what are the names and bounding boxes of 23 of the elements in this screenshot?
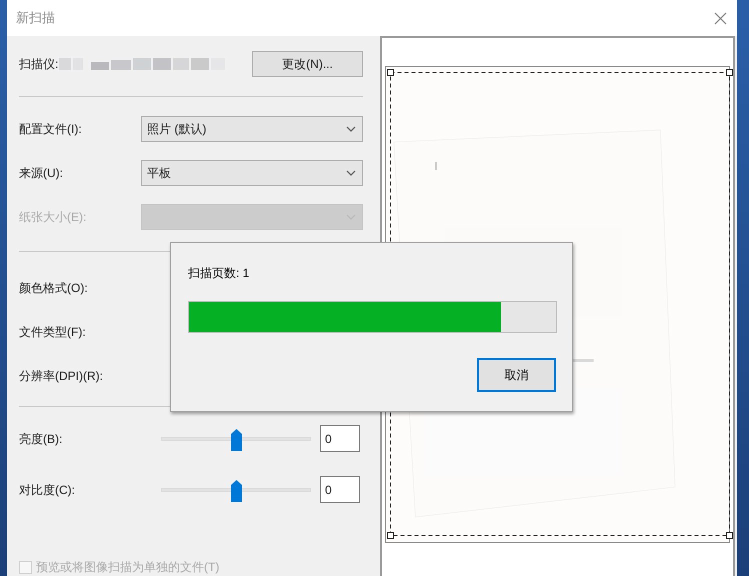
slider-thumb[interactable] [230, 480, 242, 502]
close-icon[interactable] [714, 12, 727, 24]
field-label: 配置文件(I): [19, 121, 83, 138]
value-field[interactable]: 0 [320, 425, 360, 452]
pages-scanned-text: 扫描页数: 1 [188, 265, 250, 282]
change-scanner-button[interactable]: 更改(N)... [252, 51, 363, 77]
cancel-button[interactable]: 取消 [477, 358, 556, 392]
field-label: 亮度(B): [19, 430, 64, 448]
dropdown[interactable]: 平板 [141, 160, 363, 186]
chevron-down-icon [346, 126, 356, 132]
field-label: 对比度(C): [19, 482, 76, 498]
chevron-down-icon [346, 170, 356, 176]
checkbox-label: 预览或将图像扫描为单独的文件(T) [36, 559, 220, 576]
field-label: 颜色格式(O): [19, 280, 88, 297]
window-title: 新扫描 [16, 9, 55, 28]
slider-thumb[interactable] [230, 428, 242, 450]
value-field[interactable]: 0 [320, 476, 360, 503]
field-label: 分辨率(DPI)(R): [19, 368, 103, 385]
field-label: 来源(U): [19, 165, 64, 182]
scanner-label: 扫描仪: [19, 56, 58, 73]
dropdown[interactable]: 照片 (默认) [141, 116, 363, 142]
field-label: 纸张大小(E): [19, 209, 88, 226]
field-label: 文件类型(F): [19, 324, 86, 341]
